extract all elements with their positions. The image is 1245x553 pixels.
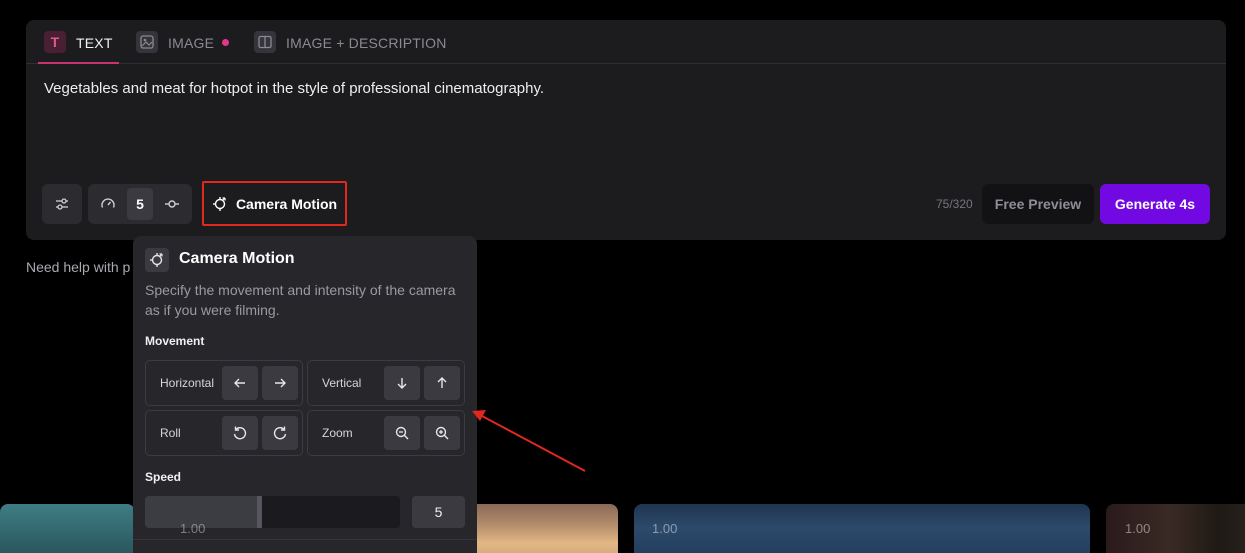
annotation-arrow	[472, 410, 586, 472]
